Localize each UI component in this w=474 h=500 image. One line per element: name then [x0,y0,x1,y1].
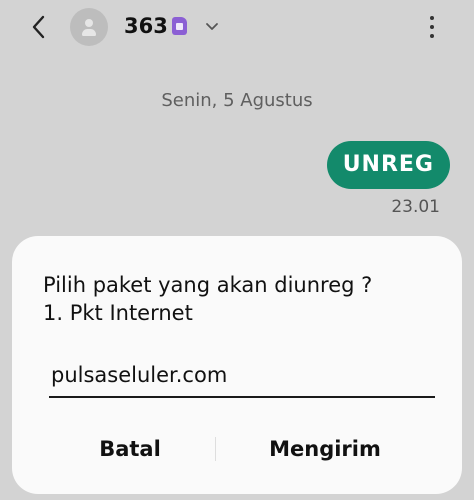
back-button[interactable] [26,13,52,41]
button-divider [215,437,216,461]
message-timestamp: 23.01 [391,197,440,217]
send-button[interactable]: Mengirim [240,428,410,470]
dialog-prompt-line: Pilih paket yang akan diunreg ? [43,273,373,297]
sim-card-icon [172,17,187,35]
cancel-button[interactable]: Batal [52,428,208,470]
chevron-down-icon [206,23,218,30]
unreg-dialog: Pilih paket yang akan diunreg ? 1. Pkt I… [12,236,462,494]
date-separator: Senin, 5 Agustus [161,90,313,111]
more-options-button[interactable] [424,14,440,40]
conversation-header: 363 [0,0,474,56]
dialog-prompt-line: 1. Pkt Internet [43,301,193,325]
more-vertical-icon [430,16,434,20]
chevron-left-icon [32,15,45,39]
expand-contact-button[interactable] [203,19,221,33]
contact-name[interactable]: 363 [124,12,168,40]
reply-input[interactable] [49,354,435,398]
dialog-prompt: Pilih paket yang akan diunreg ? 1. Pkt I… [43,271,443,327]
contact-avatar[interactable] [70,8,108,46]
outgoing-message-bubble[interactable]: UNREG [326,141,450,189]
